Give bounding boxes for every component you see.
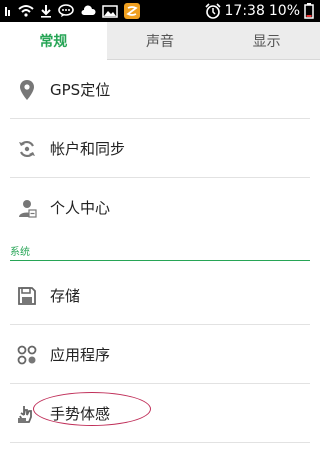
status-right: 17:38 10%: [204, 0, 314, 22]
battery-text: 10%: [268, 3, 300, 19]
settings-item-apps[interactable]: 应用程序: [0, 325, 320, 384]
settings-item-gps[interactable]: GPS定位: [0, 60, 320, 119]
message-icon: [58, 4, 74, 18]
wifi-icon: [18, 4, 34, 18]
divider: [10, 442, 310, 443]
clock-text: 17:38: [224, 3, 265, 19]
settings-item-personal-center[interactable]: 个人中心: [0, 178, 320, 237]
highlight-oval: [33, 392, 151, 426]
settings-item-label: 个人中心: [50, 199, 111, 217]
section-divider: [10, 260, 310, 261]
section-header-system: 系统: [10, 247, 30, 258]
tab-sound[interactable]: 声音: [106, 22, 214, 60]
tab-bar: 常规 声音 显示: [0, 22, 320, 60]
settings-item-label: 应用程序: [50, 346, 111, 364]
image-icon: [102, 4, 118, 18]
cloud-icon: [80, 4, 96, 18]
tab-display[interactable]: 显示: [213, 22, 320, 60]
battery-icon: [304, 3, 314, 19]
sync-icon: [14, 119, 40, 178]
settings-item-storage[interactable]: 存储: [0, 266, 320, 325]
app-notification-icon: [124, 3, 140, 19]
settings-item-label: GPS定位: [50, 81, 111, 99]
notification-icons: [0, 0, 140, 22]
user-icon: [14, 178, 40, 237]
download-icon: [40, 4, 52, 18]
signal-icon: [4, 4, 12, 18]
settings-item-label: 帐户和同步: [50, 140, 126, 158]
alarm-icon: [204, 3, 221, 19]
status-bar: 17:38 10%: [0, 0, 320, 22]
apps-icon: [14, 325, 40, 384]
settings-item-label: 存储: [50, 287, 81, 305]
location-pin-icon: [14, 60, 40, 119]
save-disk-icon: [14, 266, 40, 325]
settings-item-account-sync[interactable]: 帐户和同步: [0, 119, 320, 178]
tab-general[interactable]: 常规: [0, 22, 107, 60]
